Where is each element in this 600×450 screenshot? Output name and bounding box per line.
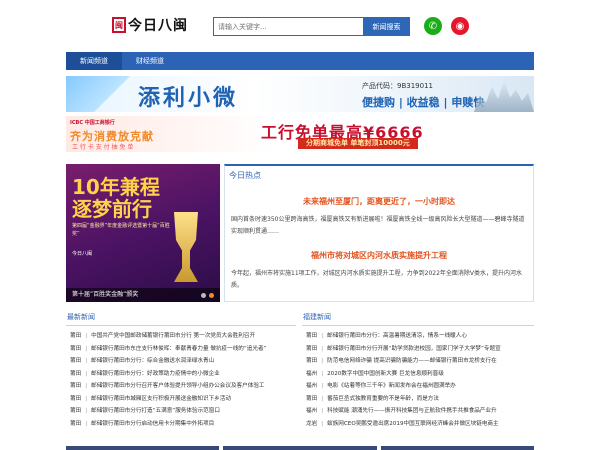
list-item-title[interactable]: 邮储银行莆田市分行打造“五满意”服务体验示范窗口 (91, 408, 220, 414)
fujian-news-list: 莆田 | 邮储银行莆田市分行：高温暑期送清凉，情系一线暖人心 莆田 | 邮储银行莆田市分… (302, 330, 534, 430)
list-item[interactable]: 莆田 | 邮储银行莆田市分行：高温暑期送清凉，情系一线暖人心 (302, 330, 534, 343)
slide-subtext: 第四届“金融界”年度金融评选暨第十届“百胜奖” (72, 223, 170, 237)
list-item[interactable]: 莆田 | 番茄巨丞式独教育重要的不是年龄，而是方法 (302, 393, 534, 406)
hot-summary-1: 国内首条时速350公里跨海高铁，福厦高铁又有新进展啦！福厦高铁全线一级高风险长大… (231, 216, 525, 235)
list-item[interactable]: 福州 | 2020数字中国中国创新大赛 巨龙信息顺利晋级 (302, 368, 534, 381)
list-item-title[interactable]: 2020数字中国中国创新大赛 巨龙信息顺利晋级 (327, 371, 444, 377)
list-item[interactable]: 福州 | 电影《站着等你三千年》新闻发布会在福州圆满举办 (302, 380, 534, 393)
list-item-title[interactable]: 电影《站着等你三千年》新闻发布会在福州圆满举办 (327, 383, 456, 389)
list-item-title[interactable]: 邮储银行莆田市分行：好政策助力疫情中的小微企业 (91, 371, 220, 377)
hot-headline-1[interactable]: 未来福州至厦门，距离更近了，一小时即达 (225, 196, 533, 207)
footer-thumb[interactable] (223, 446, 377, 450)
list-item[interactable]: 莆田 | 邮储银行莆田市分行：好政策助力疫情中的小微企业 (66, 368, 296, 381)
list-item-city: 莆田 (70, 370, 82, 377)
site-logo[interactable]: 闽 今日八闽 (112, 15, 188, 35)
list-item-title[interactable]: 邮储银行莆田市分行：综合金融送水润泽绿水青山 (91, 358, 214, 364)
list-item-title[interactable]: 邮储银行莆田市分行召开客户体验提升领导小组办公会议及客户体验工 (91, 383, 264, 389)
hot-news-panel: 今日热点 未来福州至厦门，距离更近了，一小时即达 国内首条时速350公里跨海高铁… (224, 164, 534, 302)
list-item-city: 莆田 (306, 358, 318, 364)
list-item-title[interactable]: 邮储银行莆田市东庄支行林俊晖：奉献青春力量 做抗疫一线的“追光者” (91, 346, 266, 352)
search-bar: 新闻搜索 (213, 17, 410, 36)
list-item[interactable]: 莆田 | 邮储银行莆田市分行开展“助学贷款进校园，国家门学子大学梦”专题宣 (302, 343, 534, 356)
search-button[interactable]: 新闻搜索 (363, 17, 410, 36)
list-item-title[interactable]: 邮储银行莆田市分行启动信用卡分期集中外拓项目 (91, 421, 214, 427)
list-item-city: 莆田 (306, 333, 318, 339)
latest-news-section: 最新新闻 莆田 | 中国共产党中国邮政储蓄银行莆田市分行 第一次党员大会胜利召开 莆… (66, 312, 296, 438)
nav-item-news[interactable]: 新闻频道 (66, 52, 122, 70)
banner-left-sub: 工 行 卡 支 付 抽 免 单 (72, 144, 134, 151)
list-item[interactable]: 福州 | 科技赋能 潮涌先行——振开科技集团与正航软件携手共推食品产业升 (302, 405, 534, 418)
section-title: 福建新闻 (302, 312, 534, 326)
slider-dots (201, 293, 214, 298)
list-item-title[interactable]: 邮储银行莆田市城厢区支行积极开展送金融知识下乡活动 (91, 396, 231, 402)
banner-product-code: 产品代码：9B319011 (362, 82, 433, 90)
list-item-city: 莆田 (70, 358, 82, 364)
list-item-title[interactable]: 邮储银行莆田市分行开展“助学贷款进校园，国家门学子大学梦”专题宣 (327, 346, 501, 352)
list-item-title[interactable]: 邮储银行莆田市分行：高温暑期送清凉，情系一线暖人心 (327, 333, 467, 339)
slide-caption[interactable]: 第十届”百胜奖金融”颁奖 (66, 288, 220, 302)
wechat-icon[interactable]: ✆ (424, 17, 442, 35)
banner-swoosh-graphic (66, 76, 136, 112)
list-item[interactable]: 莆田 | 邮储银行莆田市东庄支行林俊晖：奉献青春力量 做抗疫一线的“追光者” (66, 343, 296, 356)
fujian-news-section: 福建新闻 莆田 | 邮储银行莆田市分行：高温暑期送清凉，情系一线暖人心 莆田 | 邮储银… (302, 312, 534, 438)
nav-item-finance[interactable]: 财经频道 (122, 52, 178, 70)
list-item[interactable]: 莆田 | 邮储银行莆田市分行打造“五满意”服务体验示范窗口 (66, 405, 296, 418)
logo-text: 今日八闽 (128, 18, 188, 34)
trophy-graphic (174, 212, 198, 282)
icbc-logo-text: ICBC 中国工商银行 (70, 120, 115, 126)
ad-banner-tianli[interactable]: 添利小微 产品代码：9B319011 便捷购 | 收益稳 | 申赎快 (66, 76, 534, 112)
logo-seal-icon: 闽 (112, 17, 126, 33)
latest-news-list: 莆田 | 中国共产党中国邮政储蓄银行莆田市分行 第一次党员大会胜利召开 莆田 | 邮储银… (66, 330, 296, 430)
list-item-title[interactable]: 中国共产党中国邮政储蓄银行莆田市分行 第一次党员大会胜利召开 (91, 333, 255, 339)
image-slider[interactable]: 10年兼程 逐梦前行 第四届“金融界”年度金融评选暨第十届“百胜奖” 今日八闽 … (66, 164, 220, 302)
list-item-city: 莆田 (70, 420, 82, 427)
list-item[interactable]: 龙岩 | 蚁族网CEO吴鹏受邀出席2019中国互联网经济峰会并做区块链电商主 (302, 418, 534, 431)
list-item-city: 莆田 (70, 383, 82, 389)
ad-banner-icbc[interactable]: ICBC 中国工商银行 齐为消费放克献 工 行 卡 支 付 抽 免 单 工行免单… (66, 116, 534, 152)
list-item-title[interactable]: 科技赋能 潮涌先行——振开科技集团与正航软件携手共推食品产业升 (327, 408, 497, 414)
list-item[interactable]: 莆田 | 防范电信网络诈骗 提高识骗防骗能力——邮储银行莆田市龙桥支行在 (302, 355, 534, 368)
list-item[interactable]: 莆田 | 邮储银行莆田市城厢区支行积极开展送金融知识下乡活动 (66, 393, 296, 406)
list-item[interactable]: 莆田 | 邮储银行莆田市分行召开客户体验提升领导小组办公会议及客户体验工 (66, 380, 296, 393)
hot-headline-2[interactable]: 福州市将对城区内河水质实施提升工程 (225, 250, 533, 261)
hot-summary-2: 今年起，福州市将实施11项工作，对城区内河水质实施提升工程，力争到2022年全面… (231, 270, 523, 289)
list-item[interactable]: 莆田 | 邮储银行莆田市分行：综合金融送水润泽绿水青山 (66, 355, 296, 368)
list-item-city: 莆田 (306, 395, 318, 402)
weibo-icon[interactable]: ◉ (451, 17, 469, 35)
slide-headline: 10年兼程 逐梦前行 (72, 176, 160, 220)
list-item[interactable]: 莆田 | 中国共产党中国邮政储蓄银行莆田市分行 第一次党员大会胜利召开 (66, 330, 296, 343)
list-item-title[interactable]: 蚁族网CEO吴鹏受邀出席2019中国互联网经济峰会并做区块链电商主 (327, 421, 499, 427)
list-item-city: 福州 (306, 383, 318, 389)
footer-thumb[interactable] (380, 446, 534, 450)
list-item-city: 莆田 (70, 408, 82, 414)
footer-thumb[interactable] (66, 446, 220, 450)
list-item-title[interactable]: 番茄巨丞式独教育重要的不是年龄，而是方法 (327, 396, 439, 402)
list-item-city: 龙岩 (306, 420, 318, 427)
slider-dot-active[interactable] (209, 293, 214, 298)
slider-dot[interactable] (201, 293, 206, 298)
hot-news-tag: 今日热点 (229, 171, 261, 180)
list-item-city: 福州 (306, 370, 318, 377)
list-item-city: 莆田 (70, 395, 82, 402)
banner-slogan: 便捷购 | 收益稳 | 申赎快 (362, 96, 485, 109)
main-nav: 新闻频道 财经频道 (66, 52, 534, 70)
slide-headline-line2: 逐梦前行 (72, 197, 152, 221)
search-input[interactable] (213, 17, 363, 36)
banner-subtitle: 分期商城免单 单笔封顶10000元 (298, 138, 418, 149)
banner-title: 添利小微 (138, 85, 239, 111)
list-item[interactable]: 莆田 | 邮储银行莆田市分行启动信用卡分期集中外拓项目 (66, 418, 296, 431)
list-item-city: 莆田 (306, 345, 318, 352)
slide-logo: 今日八闽 (72, 251, 93, 257)
list-item-city: 莆田 (70, 345, 82, 352)
section-title: 最新新闻 (66, 312, 296, 326)
slide-headline-line1: 10年兼程 (72, 175, 160, 199)
list-item-city: 莆田 (70, 333, 82, 339)
footer-image-strip (66, 446, 534, 450)
list-item-city: 福州 (306, 408, 318, 414)
site-header: 闽 今日八闽 新闻搜索 ✆ ◉ (0, 0, 600, 52)
list-item-title[interactable]: 防范电信网络诈骗 提高识骗防骗能力——邮储银行莆田市龙桥支行在 (327, 358, 497, 364)
